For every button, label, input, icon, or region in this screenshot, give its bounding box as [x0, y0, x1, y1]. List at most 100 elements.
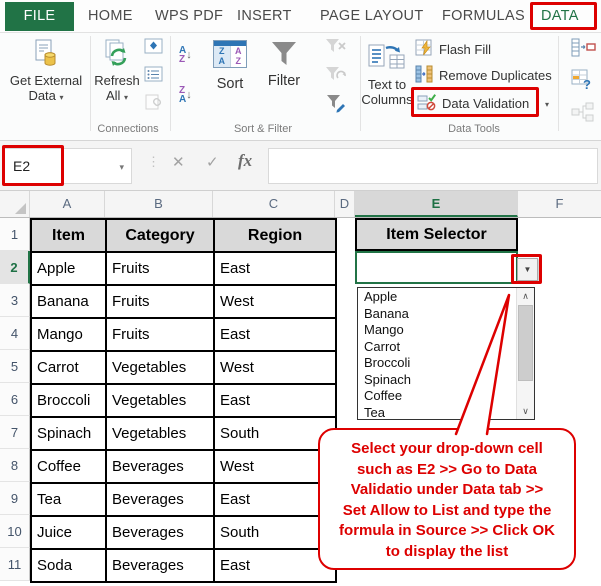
tab-insert[interactable]: INSERT: [237, 0, 292, 33]
tab-page-layout[interactable]: PAGE LAYOUT: [320, 0, 423, 33]
cell-a11[interactable]: Soda: [32, 550, 107, 583]
reapply-filter-icon[interactable]: [325, 66, 347, 89]
cell-a3[interactable]: Banana: [32, 286, 107, 319]
cell-b2[interactable]: Fruits: [107, 253, 215, 286]
table-header-item[interactable]: Item: [32, 220, 107, 253]
relationships-icon[interactable]: [571, 102, 599, 127]
tab-formulas[interactable]: FORMULAS: [442, 0, 525, 33]
ribbon-tab-bar: FILE HOME WPS PDF INSERT PAGE LAYOUT FOR…: [0, 0, 601, 33]
row-header-3[interactable]: 3: [0, 284, 30, 317]
flash-fill-button[interactable]: Flash Fill: [415, 39, 491, 60]
edit-links-icon[interactable]: [144, 94, 164, 116]
filter-button[interactable]: Filter: [262, 40, 306, 89]
group-label-data-tools: Data Tools: [410, 123, 538, 135]
data-validation-button[interactable]: Data Validation: [417, 93, 529, 114]
data-validation-icon: [417, 93, 437, 114]
cell-b5[interactable]: Vegetables: [107, 352, 215, 385]
cell-b9[interactable]: Beverages: [107, 484, 215, 517]
select-all-triangle-icon: [15, 203, 26, 214]
row-header-4[interactable]: 4: [0, 317, 30, 350]
dropdown-option-coffee[interactable]: Coffee: [358, 388, 515, 405]
name-box-caret-icon[interactable]: ▾: [119, 150, 124, 184]
formula-bar-handle[interactable]: ⋮: [147, 154, 159, 170]
cell-c6[interactable]: East: [215, 385, 337, 418]
formula-input[interactable]: [268, 148, 598, 184]
cell-b7[interactable]: Vegetables: [107, 418, 215, 451]
workbook-connections-icon[interactable]: [144, 66, 164, 88]
column-header-b[interactable]: B: [105, 191, 213, 217]
cell-a7[interactable]: Spinach: [32, 418, 107, 451]
dropdown-option-tea[interactable]: Tea: [358, 405, 515, 422]
row-header-5[interactable]: 5: [0, 350, 30, 383]
column-header-d[interactable]: D: [335, 191, 355, 217]
dropdown-option-broccoli[interactable]: Broccoli: [358, 355, 515, 372]
dropdown-option-spinach[interactable]: Spinach: [358, 372, 515, 389]
column-header-e[interactable]: E: [355, 191, 518, 217]
consolidate-icon[interactable]: [571, 38, 599, 63]
cell-b3[interactable]: Fruits: [107, 286, 215, 319]
row-header-9[interactable]: 9: [0, 482, 30, 515]
cell-b4[interactable]: Fruits: [107, 319, 215, 352]
cell-a4[interactable]: Mango: [32, 319, 107, 352]
sort-za-button[interactable]: ZA↓: [179, 86, 192, 104]
text-to-columns-label-2: Columns: [361, 92, 412, 107]
scroll-up-icon[interactable]: ∧: [517, 288, 534, 304]
cell-a2[interactable]: Apple: [32, 253, 107, 286]
scroll-down-icon[interactable]: ∨: [517, 403, 534, 419]
tab-home[interactable]: HOME: [88, 0, 133, 33]
row-header-10[interactable]: 10: [0, 515, 30, 548]
dropdown-option-apple[interactable]: Apple: [358, 289, 515, 306]
cell-c5[interactable]: West: [215, 352, 337, 385]
dropdown-option-mango[interactable]: Mango: [358, 322, 515, 339]
dropdown-arrow-button[interactable]: ▼: [517, 258, 538, 281]
cell-b8[interactable]: Beverages: [107, 451, 215, 484]
select-all-corner[interactable]: [0, 191, 30, 217]
cell-c2[interactable]: East: [215, 253, 337, 286]
row-header-8[interactable]: 8: [0, 449, 30, 482]
cell-a6[interactable]: Broccoli: [32, 385, 107, 418]
refresh-all-button[interactable]: Refresh All ▾: [92, 38, 142, 105]
tab-file[interactable]: FILE: [5, 2, 74, 31]
dropdown-scrollbar[interactable]: ∧ ∨: [516, 288, 534, 419]
row-header-7[interactable]: 7: [0, 416, 30, 449]
row-header-11[interactable]: 11: [0, 548, 30, 581]
cell-c3[interactable]: West: [215, 286, 337, 319]
column-header-a[interactable]: A: [30, 191, 105, 217]
table-header-category[interactable]: Category: [107, 220, 215, 253]
table-header-region[interactable]: Region: [215, 220, 337, 253]
cell-c4[interactable]: East: [215, 319, 337, 352]
sort-button[interactable]: ZAAZ Sort: [206, 40, 254, 92]
selected-cell-e2[interactable]: [355, 251, 518, 284]
remove-duplicates-button[interactable]: Remove Duplicates: [415, 65, 552, 86]
advanced-filter-icon[interactable]: [325, 94, 347, 118]
row-header-2[interactable]: 2: [0, 251, 30, 284]
name-box[interactable]: E2 ▾: [4, 148, 132, 184]
sort-az-button[interactable]: AZ↓: [179, 46, 192, 64]
row-header-6[interactable]: 6: [0, 383, 30, 416]
cell-b6[interactable]: Vegetables: [107, 385, 215, 418]
column-header-c[interactable]: C: [213, 191, 335, 217]
get-external-data-button[interactable]: Get External Data ▾: [2, 38, 90, 105]
dropdown-option-banana[interactable]: Banana: [358, 306, 515, 323]
clear-filter-icon[interactable]: [325, 38, 347, 61]
tab-data[interactable]: DATA: [541, 0, 579, 33]
insert-function-button[interactable]: fx: [238, 151, 252, 171]
what-if-analysis-icon[interactable]: ?: [571, 69, 599, 96]
cell-a8[interactable]: Coffee: [32, 451, 107, 484]
cell-a5[interactable]: Carrot: [32, 352, 107, 385]
item-selector-header-cell[interactable]: Item Selector: [355, 218, 518, 251]
cell-a10[interactable]: Juice: [32, 517, 107, 550]
cell-a9[interactable]: Tea: [32, 484, 107, 517]
text-to-columns-button[interactable]: Text to Columns: [362, 40, 412, 107]
row-header-1[interactable]: 1: [0, 218, 30, 251]
dropdown-option-carrot[interactable]: Carrot: [358, 339, 515, 356]
scrollbar-thumb[interactable]: [518, 305, 533, 381]
column-header-f[interactable]: F: [518, 191, 601, 217]
cancel-button[interactable]: ✕: [172, 153, 185, 171]
properties-icon[interactable]: [144, 38, 164, 60]
data-validation-caret-icon[interactable]: ▾: [545, 100, 549, 109]
cell-b10[interactable]: Beverages: [107, 517, 215, 550]
cell-b11[interactable]: Beverages: [107, 550, 215, 583]
tab-wps-pdf[interactable]: WPS PDF: [155, 0, 223, 33]
enter-button[interactable]: ✓: [206, 153, 219, 171]
